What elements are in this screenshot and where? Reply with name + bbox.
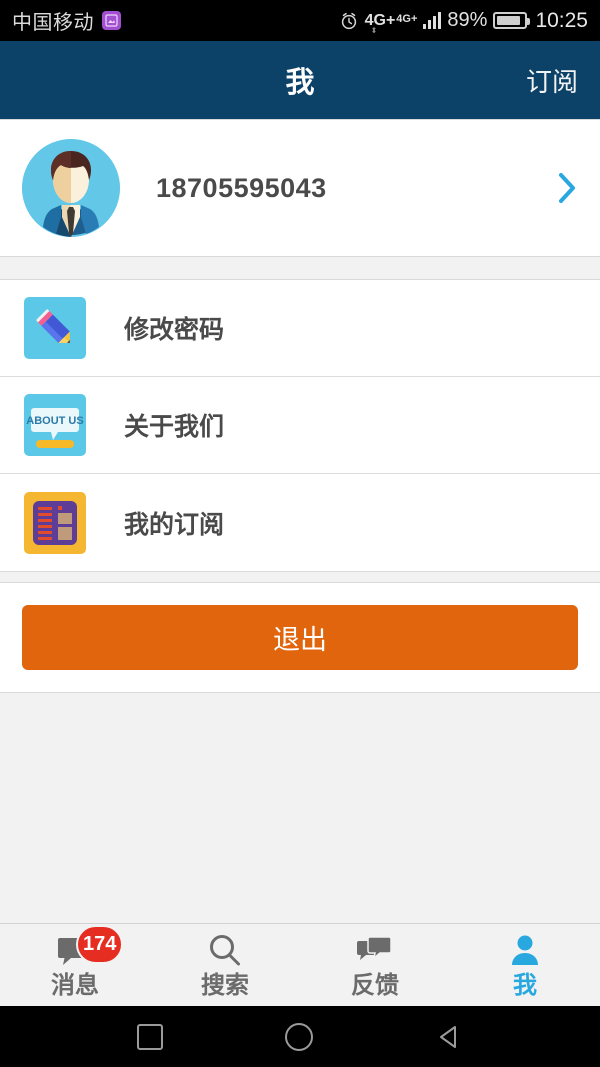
network-secondary-label: 4G+ [396,12,418,25]
network-type-indicator: 4G+ 4G+ ⬍ [364,11,418,34]
image-icon [102,11,121,30]
search-icon [207,931,243,971]
tab-label: 我 [513,972,537,999]
logout-button[interactable]: 退出 [22,605,578,670]
chat-bubble-icon: 174 [57,925,124,971]
network-primary-label: 4G+ [364,11,396,29]
menu-item-label: 修改密码 [124,316,225,344]
status-bar-right: 4G+ 4G+ ⬍ 89% 10:25 [339,8,588,34]
android-nav-bar [0,1006,600,1067]
svg-text:ABOUT US: ABOUT US [26,415,83,427]
person-icon [508,931,542,971]
tab-label: 搜索 [201,972,249,999]
menu-item-my-subscriptions[interactable]: 我的订阅 [0,474,600,571]
triangle-back-icon[interactable] [435,1023,463,1051]
profile-card: 18705595043 [0,119,600,257]
app-header: 我 订阅 [0,41,600,119]
tab-profile[interactable]: 我 [450,924,600,1006]
tab-feedback[interactable]: 反馈 [300,924,450,1006]
tab-search[interactable]: 搜索 [150,924,300,1006]
page-title: 我 [285,67,315,99]
profile-phone-label: 18705595043 [156,172,327,203]
messages-badge: 174 [76,925,124,964]
feedback-bubbles-icon [357,931,393,971]
tab-label: 消息 [51,972,99,999]
signal-bars-icon [423,12,442,29]
section-gap-small [0,572,600,582]
user-avatar [22,139,120,237]
main-content: 18705595043 修改密码 ABOUT US 关于我们 我的订阅 退出 [0,119,600,693]
logout-card: 退出 [0,582,600,693]
menu-item-label: 关于我们 [124,413,225,441]
pencil-icon [24,297,86,359]
about-us-icon: ABOUT US [24,394,86,456]
battery-percent-label: 89% [447,9,488,31]
circle-icon[interactable] [285,1022,313,1051]
newspaper-icon [24,491,86,554]
status-bar-left: 中国移动 [12,6,339,35]
alarm-icon [339,11,359,31]
tab-label: 反馈 [351,972,399,999]
tab-messages[interactable]: 174 消息 [0,924,150,1006]
menu-item-about-us[interactable]: ABOUT US 关于我们 [0,377,600,474]
menu-item-label: 我的订阅 [124,510,225,539]
battery-icon [493,12,531,29]
chevron-right-icon[interactable] [556,171,578,205]
carrier-label: 中国移动 [12,12,94,34]
status-bar: 中国移动 4G+ 4G+ ⬍ 89% 10:25 [0,0,600,41]
data-transfer-icon: ⬍ [370,25,378,35]
bottom-tab-bar: 174 消息 搜索 反馈 我 [0,923,600,1006]
clock-label: 10:25 [535,8,588,32]
menu-card: 修改密码 ABOUT US 关于我们 我的订阅 [0,279,600,572]
subscribe-button[interactable]: 订阅 [526,62,578,99]
menu-item-change-password[interactable]: 修改密码 [0,280,600,377]
square-icon[interactable] [137,1023,163,1050]
profile-row[interactable]: 18705595043 [0,120,600,256]
